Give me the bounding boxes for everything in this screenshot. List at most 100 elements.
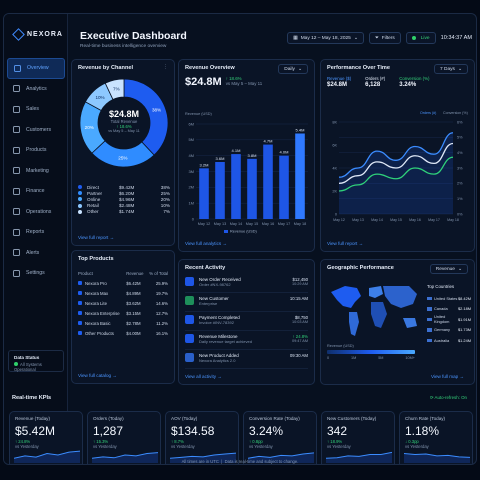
view-all-activity-link[interactable]: View all activity → [185, 374, 222, 379]
country-row[interactable]: Germany $1.73M [427, 325, 471, 336]
sidebar-item-label: Alerts [26, 249, 40, 256]
activity-value: 09:30 AM [289, 353, 308, 358]
product-icon [78, 281, 82, 286]
data-status-text: All Systems Operational [14, 362, 42, 372]
country-row[interactable]: United Kingdom $1.91M [427, 314, 471, 325]
filters-button[interactable]: ⏷ Filters [368, 32, 401, 44]
page-subtitle: Real-time business intelligence overview [80, 44, 167, 49]
sidebar-item-overview[interactable]: Overview [7, 58, 65, 79]
donut-compare-label: vs May 5 – May 11 [108, 129, 140, 133]
kpi-card[interactable]: Conversion Rate (Today) 3.24% ↑ 0.8pp vs Ye… [243, 411, 317, 464]
geo-metric-select[interactable]: Revenue ⌄ [429, 264, 468, 274]
legend-swatch [78, 203, 82, 208]
view-full-report-link[interactable]: View full report → [78, 235, 114, 240]
country-row[interactable]: Canada $2.18M [427, 304, 471, 315]
activity-text: Payment Completed Invoice #INV-78392 [199, 315, 287, 325]
bar-may-13[interactable] [215, 162, 225, 219]
brand-logo[interactable]: NEXORA [12, 28, 63, 41]
kpi-card[interactable]: Revenue (Today) $5.42M ↑ 24.8% vs Yesterday [9, 411, 83, 464]
view-full-catalog-link[interactable]: View full catalog → [78, 373, 117, 378]
gear-icon [13, 269, 20, 277]
donut-center: $24.8M Total Revenue ↑ 18.6% vs May 5 – … [78, 109, 170, 133]
donut-total-value: $24.8M [108, 109, 140, 119]
x-tick-label: May 14 [230, 222, 242, 226]
activity-item[interactable]: Payment Completed Invoice #INV-78392 $8,75… [185, 312, 308, 331]
chevron-down-icon: ⌄ [297, 66, 302, 72]
legend-swatch [78, 197, 82, 202]
sidebar-item-label: Marketing [26, 167, 49, 174]
kpi-label: Revenue (Today) [15, 416, 50, 421]
activity-item[interactable]: New Customer Enterprise 10:15 AM [185, 293, 308, 312]
bar-may-12[interactable] [199, 168, 209, 219]
period-select[interactable]: Daily ⌄ [278, 64, 308, 74]
sidebar-item-label: Reports [26, 229, 45, 236]
bar-may-15[interactable] [247, 158, 257, 219]
more-options-icon[interactable]: ⋮ [163, 64, 168, 70]
bar-may-17[interactable] [279, 155, 289, 219]
activity-time: 09:47 AM [291, 339, 308, 343]
country-value: $1.91M [458, 316, 471, 322]
range-select[interactable]: 7 Days ⌄ [434, 64, 468, 74]
sidebar-item-settings[interactable]: Settings [7, 263, 65, 284]
header: Executive Dashboard Real-time business i… [80, 30, 472, 60]
share-cell: 16.1% [146, 328, 168, 338]
sidebar-item-customers[interactable]: Customers [7, 120, 65, 141]
table-row[interactable]: Nexora Max $4.89M 19.7% [78, 288, 168, 298]
channel-legend: Direct $9.42M 38% Partner $6.20M 25% Online $4.… [78, 184, 170, 215]
sidebar-item-products[interactable]: Products [7, 140, 65, 161]
country-row[interactable]: Australia $1.24M [427, 335, 471, 346]
grid-icon [14, 64, 21, 72]
sidebar-item-alerts[interactable]: Alerts [7, 243, 65, 264]
performance-metric: Orders (#) 6,128 [365, 76, 385, 88]
users-icon [13, 126, 20, 134]
kpi-card[interactable]: New Customers (Today) 342 ↑ 18.9% vs Yester… [321, 411, 395, 464]
table-row[interactable]: Nexora Pro $6.42M 25.9% [78, 278, 168, 288]
auto-refresh-toggle[interactable]: ⟳ Auto-refresh: On [430, 395, 467, 401]
x-tick-label: May 12 [198, 222, 210, 226]
data-status-title: Data Status [14, 355, 40, 360]
table-row[interactable]: Nexora Basic $2.78M 11.2% [78, 318, 168, 328]
x-tick-label: May 18 [294, 222, 306, 226]
kpi-label: Churn Rate (Today) [405, 416, 446, 421]
kpi-card[interactable]: Orders (Today) 1,287 ↑ 15.3% vs Yesterday [87, 411, 161, 464]
view-full-map-link[interactable]: View full map → [431, 374, 464, 379]
activity-item[interactable]: Revenue Milestone Daily revenue target ac… [185, 331, 308, 350]
sidebar-item-sales[interactable]: Sales [7, 99, 65, 120]
tag-icon [13, 105, 20, 113]
activity-text: New Product Added Nexora Analytics 2.0 [199, 353, 285, 363]
metric-label: Conversion (%) [399, 76, 430, 81]
share-cell: 14.6% [146, 298, 168, 308]
bar-may-16[interactable] [263, 144, 273, 219]
country-list: United States $8.42M Canada $2.18M United Ki… [427, 293, 471, 346]
activity-item[interactable]: New Product Added Nexora Analytics 2.0 09:… [185, 350, 308, 369]
bar-may-14[interactable] [231, 154, 241, 219]
x-tick-label: May 17 [428, 218, 440, 222]
activity-meta: ↑ 24.8% 09:47 AM [292, 334, 308, 343]
sidebar-item-reports[interactable]: Reports [7, 222, 65, 243]
table-row[interactable]: Other Products $4.00M 16.1% [78, 328, 168, 338]
table-row[interactable]: Nexora Enterprise $3.15M 12.7% [78, 308, 168, 318]
kpi-delta-row: ↓ 0.3pp vs Yesterday [405, 439, 467, 449]
country-row[interactable]: United States $8.42M [427, 293, 471, 304]
view-full-analytics-link[interactable]: View full analytics → [185, 241, 227, 246]
y-right-tick-label: 3% [457, 166, 463, 170]
revenue-compare: vs May 5 – May 11 [225, 81, 263, 86]
kpi-delta-row: ↑ 8.7% vs Yesterday [171, 439, 233, 449]
calendar-icon: ▦ [293, 35, 298, 41]
sidebar-item-operations[interactable]: Operations [7, 202, 65, 223]
cart-icon [185, 277, 194, 286]
revenue-axis-label: Revenue (USD) [185, 112, 212, 116]
table-row[interactable]: Nexora Lite $3.62M 14.6% [78, 298, 168, 308]
channel-row: Online $4.96M 20% [78, 196, 170, 202]
sidebar-item-marketing[interactable]: Marketing [7, 161, 65, 182]
date-range-picker[interactable]: ▦ May 12 – May 18, 2025 ⌄ [287, 32, 364, 44]
recent-activity-card: Recent Activity New Order Received Order … [178, 259, 315, 385]
kpi-card[interactable]: Churn Rate (Today) 1.18% ↓ 0.3pp vs Yesterd… [399, 411, 473, 464]
sidebar-item-finance[interactable]: Finance [7, 181, 65, 202]
activity-item[interactable]: New Order Received Order #NX-98762 $12,450… [185, 274, 308, 293]
kpi-card[interactable]: AOV (Today) $134.58 ↑ 8.7% vs Yesterday [165, 411, 239, 464]
sidebar-item-analytics[interactable]: Analytics [7, 79, 65, 100]
donut-slice-label: 10% [95, 95, 104, 100]
bar-may-18[interactable] [295, 133, 305, 220]
view-performance-report-link[interactable]: View full report → [327, 241, 363, 246]
